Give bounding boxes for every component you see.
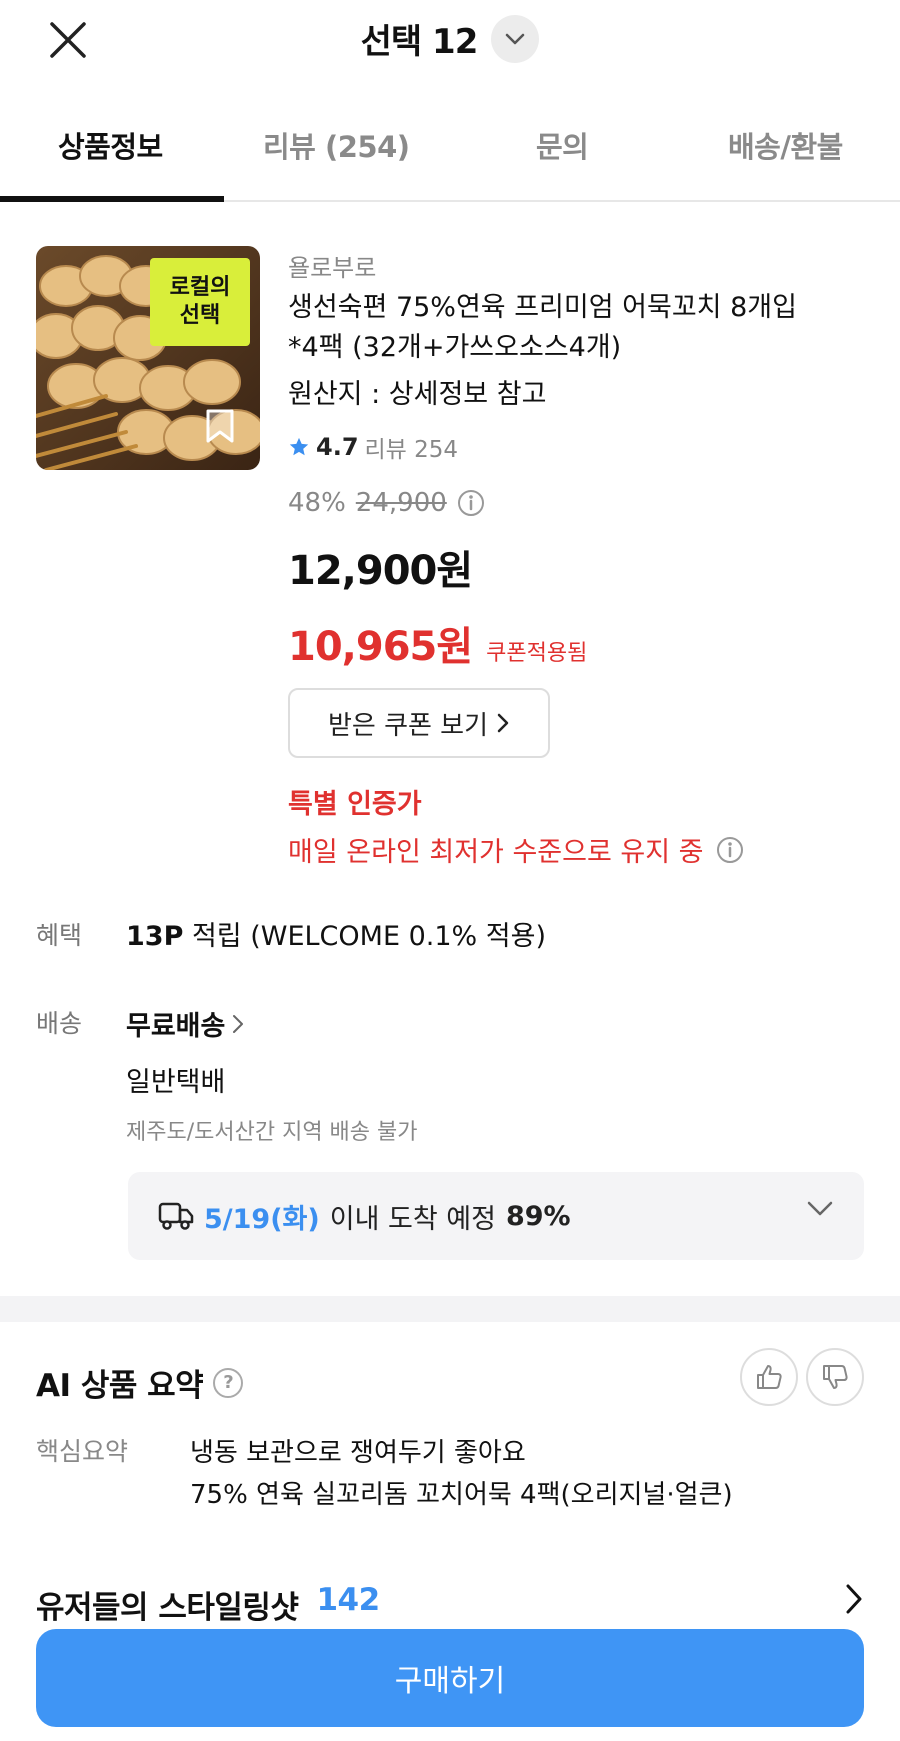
arrival-probability: 89% xyxy=(505,1200,571,1232)
view-coupons-label: 받은 쿠폰 보기 xyxy=(327,710,489,741)
special-price-title: 특별 인증가 xyxy=(288,789,422,820)
special-price-info-button[interactable] xyxy=(716,836,744,864)
arrival-date: 5/19(화) xyxy=(204,1203,320,1235)
benefit-detail: 적립 (WELCOME 0.1% 적용) xyxy=(183,921,546,952)
ai-summary-title-text: AI 상품 요약 xyxy=(36,1368,204,1404)
free-shipping-link[interactable]: 무료배송 xyxy=(126,1004,245,1043)
sale-price: 12,900원 xyxy=(288,548,473,594)
buy-button[interactable]: 구매하기 xyxy=(36,1629,864,1727)
truck-icon xyxy=(158,1202,194,1230)
thumbs-down-icon xyxy=(823,1365,848,1389)
styling-shots-count: 142 xyxy=(316,1582,380,1618)
brand-name[interactable]: 욜로부로 xyxy=(288,248,376,283)
top-bar: 선택 12 xyxy=(0,0,900,80)
free-shipping-label: 무료배송 xyxy=(126,1011,226,1042)
review-count: 리뷰 254 xyxy=(364,437,459,463)
selection-title: 선택 12 xyxy=(0,14,900,63)
arrival-text: 이내 도착 예정 xyxy=(329,1203,496,1235)
tab-shipping-refund[interactable]: 배송/환불 xyxy=(728,124,843,166)
benefit-points: 13P xyxy=(126,921,184,952)
info-icon xyxy=(716,836,743,863)
product-tabs: 상품정보 리뷰 (254) 문의 배송/환불 xyxy=(0,100,900,202)
chevron-right-icon xyxy=(233,1014,244,1033)
active-tab-indicator xyxy=(0,196,224,202)
chevron-down-icon xyxy=(807,1201,833,1216)
coupon-price-row: 10,965원 쿠폰적용됨 xyxy=(288,614,587,672)
star-icon xyxy=(289,437,309,456)
help-icon[interactable]: ? xyxy=(213,1367,244,1398)
expand-selection-button[interactable] xyxy=(491,14,540,63)
original-price: 24,900 xyxy=(355,488,447,518)
price-info-button[interactable] xyxy=(457,489,485,517)
discount-row: 48% 24,900 xyxy=(288,488,485,518)
tab-product-info[interactable]: 상품정보 xyxy=(58,124,163,166)
product-name-line-2: *4팩 (32개+가쓰오소스4개) xyxy=(288,332,622,363)
product-name-line-1: 생선숙편 75%연육 프리미엄 어묵꼬치 8개입 xyxy=(288,292,797,323)
product-name: 생선숙편 75%연육 프리미엄 어묵꼬치 8개입 *4팩 (32개+가쓰오소스4… xyxy=(288,288,878,368)
rating-row[interactable]: 4.7 리뷰 254 xyxy=(288,430,458,464)
badge-line-2: 선택 xyxy=(179,303,221,328)
bookmark-icon xyxy=(206,409,234,443)
shipping-label: 배송 xyxy=(36,1009,83,1038)
bookmark-button[interactable] xyxy=(196,402,244,450)
key-summary-label: 핵심요약 xyxy=(36,1437,129,1466)
coupon-applied-label: 쿠폰적용됨 xyxy=(486,641,588,666)
benefit-value: 13P 적립 (WELCOME 0.1% 적용) xyxy=(126,914,546,953)
styling-shots-title: 유저들의 스타일링샷 xyxy=(36,1590,299,1626)
ai-summary-title: AI 상품 요약 ? xyxy=(36,1360,244,1405)
summary-line-2: 75% 연육 실꼬리돔 꼬치어묵 4팩(오리지널·얼큰) xyxy=(190,1480,733,1510)
benefit-label: 혜택 xyxy=(36,921,83,950)
view-coupons-button[interactable]: 받은 쿠폰 보기 xyxy=(288,688,550,758)
special-price-desc: 매일 온라인 최저가 수준으로 유지 중 xyxy=(288,830,744,869)
section-divider xyxy=(0,1296,900,1322)
info-icon xyxy=(457,490,484,516)
tab-reviews[interactable]: 리뷰 (254) xyxy=(263,124,410,166)
thumbs-up-icon xyxy=(757,1365,782,1389)
arrival-estimate-panel[interactable]: 5/19(화) 이내 도착 예정 89% xyxy=(128,1172,864,1260)
discount-percent: 48% xyxy=(288,488,346,518)
coupon-price: 10,965원 xyxy=(288,624,473,670)
chevron-down-icon xyxy=(506,33,525,44)
summary-line-1: 냉동 보관으로 쟁여두기 좋아요 xyxy=(190,1438,526,1468)
chevron-right-icon xyxy=(846,1584,862,1614)
chevron-right-icon xyxy=(497,713,509,733)
badge-line-1: 로컬의 xyxy=(169,275,231,300)
shipping-type: 일반택배 xyxy=(126,1067,226,1098)
rating-value: 4.7 xyxy=(316,433,359,461)
selection-count-label: 선택 12 xyxy=(360,22,479,62)
special-price-desc-text: 매일 온라인 최저가 수준으로 유지 중 xyxy=(288,837,704,868)
styling-shots-header[interactable]: 유저들의 스타일링샷 142 xyxy=(36,1582,380,1627)
thumbs-up-button[interactable] xyxy=(740,1348,798,1406)
local-choice-badge: 로컬의 선택 xyxy=(150,258,250,346)
origin-info: 원산지 : 상세정보 참고 xyxy=(288,379,547,410)
shipping-restriction-note: 제주도/도서산간 지역 배송 불가 xyxy=(126,1120,418,1145)
product-thumbnail[interactable]: 로컬의 선택 xyxy=(36,246,260,470)
thumbs-down-button[interactable] xyxy=(806,1348,864,1406)
styling-shots-more-button[interactable] xyxy=(844,1582,864,1620)
tab-inquiry[interactable]: 문의 xyxy=(536,124,589,166)
